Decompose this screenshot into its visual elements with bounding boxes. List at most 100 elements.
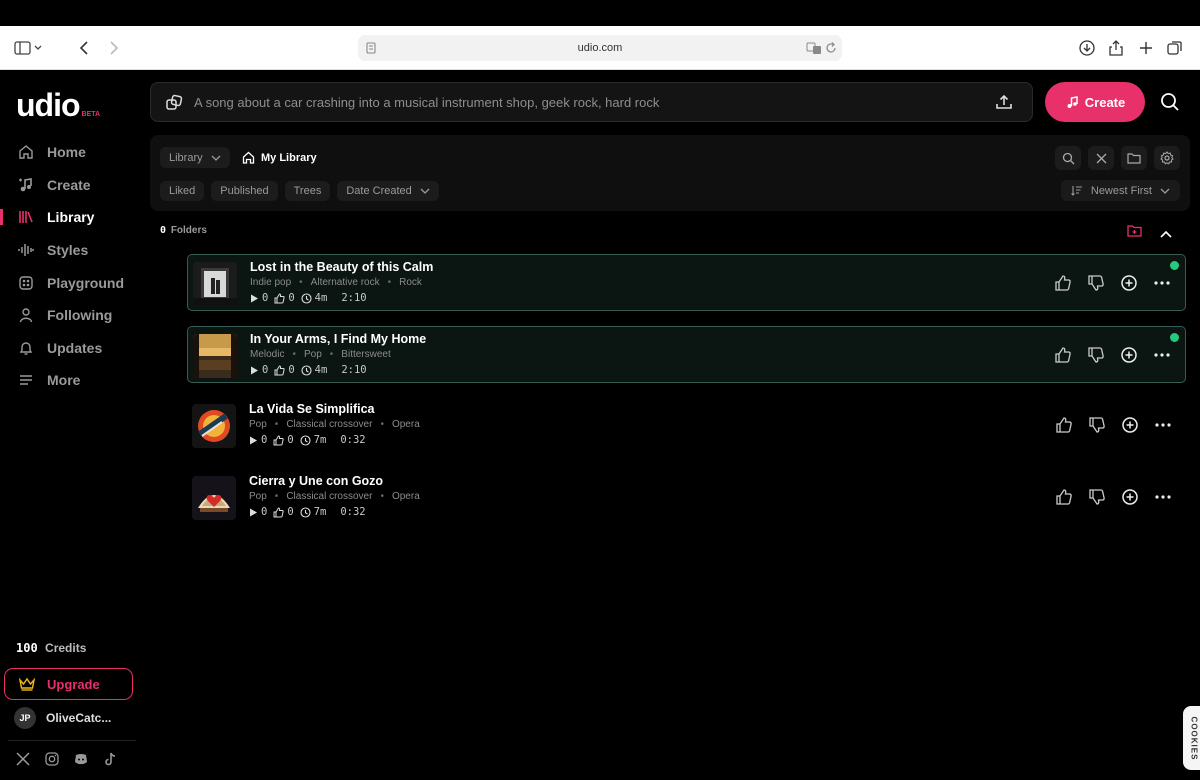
add-to-button[interactable] [1121,488,1139,511]
sidebar-item-styles[interactable]: Styles [0,234,140,267]
song-tag[interactable]: Alternative rock [311,277,380,288]
more-options-button[interactable] [1154,488,1172,511]
dislike-button[interactable] [1087,274,1105,297]
library-dropdown[interactable]: Library [160,147,230,168]
add-circle-icon[interactable] [1120,274,1138,292]
sidebar-toggle-icon[interactable] [14,38,42,58]
add-folder-icon[interactable] [1127,224,1142,242]
tab-overview-icon[interactable] [1166,38,1184,58]
share-icon[interactable] [1108,38,1124,58]
song-tag[interactable]: Indie pop [250,277,291,288]
discord-icon[interactable] [74,752,88,766]
new-tab-icon[interactable] [1138,38,1154,58]
settings-button[interactable] [1154,146,1180,170]
sidebar-item-home[interactable]: Home [0,136,140,169]
search-icon[interactable] [1160,92,1180,117]
clear-button[interactable] [1088,146,1114,170]
dislike-button[interactable] [1088,488,1106,511]
song-tag[interactable]: Opera [392,419,420,430]
thumbs-down-icon[interactable] [1088,416,1106,434]
song-row[interactable]: La Vida Se Simplifica Pop • Classical cross… [187,397,1186,454]
dislike-button[interactable] [1087,346,1105,369]
back-icon[interactable] [78,38,90,58]
song-tag[interactable]: Classical crossover [286,491,372,502]
thumbs-up-icon[interactable] [1054,274,1072,292]
song-tag[interactable]: Melodic [250,349,284,360]
upload-icon[interactable] [995,93,1013,116]
add-circle-icon[interactable] [1121,488,1139,506]
add-to-button[interactable] [1120,274,1138,297]
sort-dropdown[interactable]: Newest First [1060,180,1180,201]
song-tag[interactable]: Pop [304,349,322,360]
upgrade-button[interactable]: Upgrade [4,668,133,700]
song-cover-art[interactable] [192,476,236,520]
like-button[interactable] [1055,416,1073,439]
song-title[interactable]: La Vida Se Simplifica [249,402,375,416]
page-settings-icon[interactable] [364,41,378,60]
thumbs-up-icon[interactable] [1055,416,1073,434]
more-options-button[interactable] [1153,274,1171,297]
song-tag[interactable]: Classical crossover [286,419,372,430]
song-cover-art[interactable] [193,334,237,378]
user-profile[interactable]: JP OliveCatc... [14,707,111,729]
dislike-button[interactable] [1088,416,1106,439]
song-row[interactable]: Lost in the Beauty of this Calm Indie pop… [187,254,1186,311]
folders-header[interactable]: 0 Folders [160,225,207,236]
more-icon[interactable] [1153,346,1171,364]
thumbs-up-icon[interactable] [1055,488,1073,506]
song-tag[interactable]: Opera [392,491,420,502]
thumbs-down-icon[interactable] [1087,346,1105,364]
prompt-input[interactable]: A song about a car crashing into a music… [150,82,1033,122]
song-row[interactable]: In Your Arms, I Find My Home Melodic • Pop •… [187,326,1186,383]
song-row[interactable]: Cierra y Une con Gozo Pop • Classical cross… [187,469,1186,526]
more-options-button[interactable] [1154,416,1172,439]
dice-icon[interactable] [165,94,183,117]
address-bar[interactable]: udio.com [358,35,842,61]
like-button[interactable] [1054,346,1072,369]
sidebar-item-more[interactable]: More [0,364,140,397]
song-tag[interactable]: Rock [399,277,422,288]
song-tag[interactable]: Pop [249,419,267,430]
more-icon[interactable] [1153,274,1171,292]
filter-date-created[interactable]: Date Created [337,181,439,201]
sidebar-item-following[interactable]: Following [0,299,140,332]
x-icon[interactable] [16,752,30,766]
sidebar-item-playground[interactable]: Playground [0,266,140,299]
breadcrumb-my-library[interactable]: My Library [242,147,317,168]
song-tag[interactable]: Bittersweet [341,349,390,360]
download-icon[interactable] [1078,38,1096,58]
like-button[interactable] [1054,274,1072,297]
instagram-icon[interactable] [45,752,59,766]
sidebar-item-create[interactable]: Create [0,169,140,202]
sidebar-item-library[interactable]: Library [0,201,140,234]
song-cover-art[interactable] [192,404,236,448]
library-search-button[interactable] [1055,146,1081,170]
forward-icon[interactable] [108,38,120,58]
filter-trees[interactable]: Trees [284,181,331,201]
reload-icon[interactable] [824,41,838,60]
collapse-chevron-up-icon[interactable] [1160,225,1172,243]
more-options-button[interactable] [1153,346,1171,369]
translate-icon[interactable] [806,41,822,60]
add-circle-icon[interactable] [1121,416,1139,434]
thumbs-down-icon[interactable] [1088,488,1106,506]
udio-logo[interactable]: udio BETA [16,86,100,121]
tiktok-icon[interactable] [103,752,117,766]
more-icon[interactable] [1154,488,1172,506]
add-circle-icon[interactable] [1120,346,1138,364]
song-title[interactable]: Cierra y Une con Gozo [249,474,383,488]
song-title[interactable]: Lost in the Beauty of this Calm [250,260,433,274]
thumbs-down-icon[interactable] [1087,274,1105,292]
folder-button[interactable] [1121,146,1147,170]
cookies-tab[interactable]: COOKIES [1183,706,1200,770]
add-to-button[interactable] [1121,416,1139,439]
sidebar-item-updates[interactable]: Updates [0,332,140,365]
create-button[interactable]: Create [1045,82,1145,122]
thumbs-up-icon[interactable] [1054,346,1072,364]
add-to-button[interactable] [1120,346,1138,369]
song-cover-art[interactable] [193,262,237,306]
filter-liked[interactable]: Liked [160,181,205,201]
song-tag[interactable]: Pop [249,491,267,502]
filter-published[interactable]: Published [211,181,278,201]
song-title[interactable]: In Your Arms, I Find My Home [250,332,426,346]
